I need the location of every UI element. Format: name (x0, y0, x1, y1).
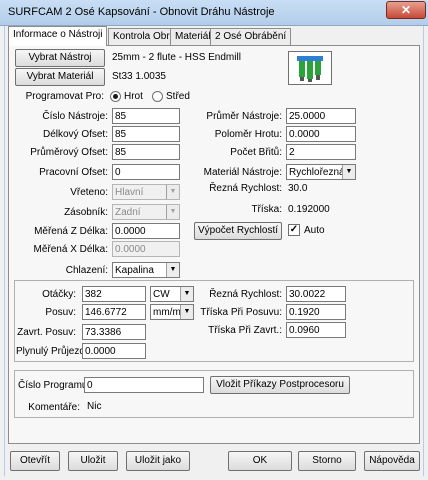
work-offset-label: Pracovní Ofset: (39, 167, 108, 178)
chevron-down-icon: ▼ (166, 263, 179, 277)
measured-z-label: Měřená Z Délka: (34, 226, 108, 237)
feed-label: Posuv: (45, 307, 76, 318)
direction-select[interactable]: CW ▼ (150, 286, 194, 302)
tool-material-select[interactable]: Rychlořezná o ▼ (286, 164, 356, 180)
program-for-label: Programovat Pro: (25, 91, 104, 102)
coolant-select[interactable]: Kapalina ▼ (112, 262, 180, 278)
measured-z-field[interactable]: 0.0000 (112, 223, 180, 239)
program-for-tip-label: Hrot (124, 91, 143, 102)
surface-speed-field[interactable]: 30.0022 (286, 286, 346, 302)
feed-field[interactable]: 146.6772 (82, 304, 146, 320)
magazine-label: Zásobník: (64, 207, 108, 218)
select-tool-button[interactable]: Vybrat Nástroj (15, 49, 105, 67)
tab-2-axis-machining[interactable]: 2 Osé Obrábění (210, 28, 292, 45)
calculate-speeds-button[interactable]: Výpočet Rychlostí (194, 222, 282, 240)
length-offset-label: Délkový Ofset: (42, 129, 108, 140)
direction-value: CW (153, 289, 170, 300)
diameter-offset-label: Průměrový Ofset: (30, 147, 108, 158)
tool-number-label: Číslo Nástroje: (42, 111, 108, 122)
tool-material-label: Materiál Nástroje: (203, 167, 282, 178)
diameter-offset-field[interactable]: 85 (112, 144, 180, 160)
chip-label: Tříska: (251, 204, 282, 215)
comment-field[interactable]: Nic (84, 398, 404, 416)
program-for-center-radio[interactable] (152, 91, 163, 102)
rpm-label: Otáčky: (42, 289, 76, 300)
tab-material[interactable]: Materiál (170, 28, 216, 45)
tool-holder-icon (288, 51, 332, 85)
open-button[interactable]: Otevřít (10, 451, 60, 471)
chip-feed-field[interactable]: 0.1920 (286, 304, 346, 320)
smooth-label: Plynulý Průjezd: (16, 346, 88, 357)
tool-diameter-label: Průměr Nástroje: (206, 111, 282, 122)
chevron-down-icon: ▼ (166, 185, 179, 199)
magazine-value: Zadní (115, 207, 141, 218)
chip-plunge-field[interactable]: 0.0960 (286, 322, 346, 338)
tab-tool-info[interactable]: Informace o Nástroji (8, 26, 108, 46)
smooth-field[interactable]: 0.0000 (82, 343, 146, 359)
tool-number-field[interactable]: 85 (112, 108, 180, 124)
plunge-label: Zavrt. Posuv: (17, 327, 76, 338)
chip-feed-label: Tříska Při Posuvu: (200, 307, 282, 318)
ok-button[interactable]: OK (228, 451, 292, 471)
select-material-button[interactable]: Vybrat Materiál (15, 68, 105, 86)
auto-checkbox[interactable]: ✓ (288, 224, 300, 236)
tip-radius-label: Poloměr Hrotu: (214, 129, 282, 140)
surface-speed-label: Řezná Rychlost: (209, 289, 282, 300)
window-title: SURFCAM 2 Osé Kapsování - Obnovit Dráhu … (8, 6, 275, 18)
length-offset-field[interactable]: 85 (112, 126, 180, 142)
chevron-down-icon: ▼ (166, 205, 179, 219)
feed-unit-select[interactable]: mm/min ▼ (150, 304, 194, 320)
chip-value: 0.192000 (288, 204, 330, 215)
chevron-down-icon: ▼ (180, 305, 193, 319)
rpm-field[interactable]: 382 (82, 286, 146, 302)
spindle-select: Hlavní ▼ (112, 184, 180, 200)
chip-plunge-label: Tříska Při Zavrt.: (208, 325, 282, 336)
tool-diameter-field[interactable]: 25.0000 (286, 108, 356, 124)
spindle-value: Hlavní (115, 187, 144, 198)
comment-label: Komentáře: (28, 402, 80, 413)
insert-post-commands-button[interactable]: Vložit Příkazy Postprocesoru (210, 376, 350, 394)
cancel-button[interactable]: Storno (298, 451, 356, 471)
flutes-field[interactable]: 2 (286, 144, 356, 160)
tool-description: 25mm - 2 flute - HSS Endmill (112, 52, 241, 63)
cutting-speed-label: Řezná Rychlost: (209, 183, 282, 194)
spindle-label: Vřeteno: (70, 187, 108, 198)
program-number-label: Číslo Programu: (18, 380, 91, 391)
work-offset-field[interactable]: 0 (112, 164, 180, 180)
magazine-select: Zadní ▼ (112, 204, 180, 220)
help-button[interactable]: Nápověda (364, 451, 420, 471)
chevron-down-icon: ▼ (180, 287, 193, 301)
coolant-label: Chlazení: (65, 265, 108, 276)
tip-radius-field[interactable]: 0.0000 (286, 126, 356, 142)
chevron-down-icon: ▼ (342, 165, 355, 179)
coolant-value: Kapalina (115, 265, 154, 276)
close-button[interactable]: ✕ (386, 1, 426, 19)
measured-x-label: Měřená X Délka: (33, 244, 108, 255)
material-value: St33 1.0035 (112, 71, 166, 82)
program-number-field[interactable]: 0 (84, 377, 204, 393)
save-as-button[interactable]: Uložit jako (126, 451, 190, 471)
cutting-speed-value: 30.0 (288, 183, 308, 194)
save-button[interactable]: Uložit (68, 451, 118, 471)
auto-label: Auto (304, 225, 325, 236)
plunge-field[interactable]: 73.3386 (82, 324, 146, 340)
program-for-tip-radio[interactable] (110, 91, 121, 102)
program-for-center-label: Střed (166, 91, 190, 102)
measured-x-field: 0.0000 (112, 241, 180, 257)
flutes-label: Počet Břitů: (230, 147, 282, 158)
